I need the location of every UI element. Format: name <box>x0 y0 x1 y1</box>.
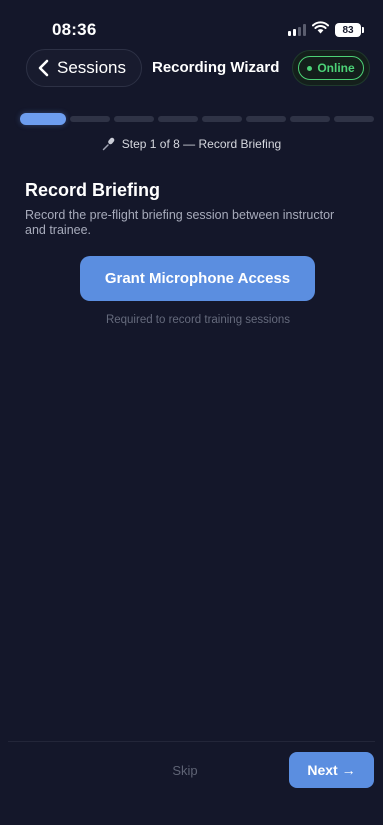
progress-segment <box>334 116 374 122</box>
back-label: Sessions <box>57 58 126 77</box>
status-bar: 08:36 83 <box>0 0 383 44</box>
step-label: Step 1 of 8 — Record Briefing <box>0 137 383 151</box>
grant-microphone-button[interactable]: Grant Microphone Access <box>80 256 315 301</box>
footer-divider <box>8 741 375 742</box>
online-dot-icon <box>307 65 313 71</box>
status-badge-label: Online <box>317 61 355 75</box>
progress-track <box>20 113 374 125</box>
progress-segment <box>114 116 154 122</box>
step-progress <box>20 113 374 125</box>
screen: 08:36 83 Sessions Recording Wizard Onlin… <box>0 0 383 825</box>
progress-segment <box>202 116 242 122</box>
helper-text: Required to record training sessions <box>105 314 291 326</box>
section-description: Record the pre-flight briefing session b… <box>25 208 335 237</box>
progress-segment <box>246 116 286 122</box>
section-title: Record Briefing <box>25 180 161 200</box>
signal-icon <box>288 24 306 36</box>
microphone-icon <box>102 137 116 151</box>
header: Sessions Recording Wizard Online <box>0 48 383 88</box>
step-label-text: Step 1 of 8 — Record Briefing <box>121 137 282 151</box>
status-time: 08:36 <box>52 20 97 39</box>
page-title: Recording Wizard <box>152 59 280 76</box>
next-button[interactable]: Next → <box>289 752 374 788</box>
progress-segment <box>158 116 198 122</box>
back-button[interactable]: Sessions <box>26 49 142 87</box>
battery-icon: 83 <box>335 23 364 37</box>
online-pill: Online <box>298 56 364 80</box>
progress-segment <box>290 116 330 122</box>
status-badge: Online <box>292 50 370 86</box>
chevron-left-icon <box>38 59 49 77</box>
skip-button[interactable]: Skip <box>160 759 210 783</box>
progress-segment-active <box>20 113 66 125</box>
progress-segment <box>70 116 110 122</box>
wifi-icon <box>312 21 329 39</box>
status-icons: 83 <box>288 21 364 39</box>
